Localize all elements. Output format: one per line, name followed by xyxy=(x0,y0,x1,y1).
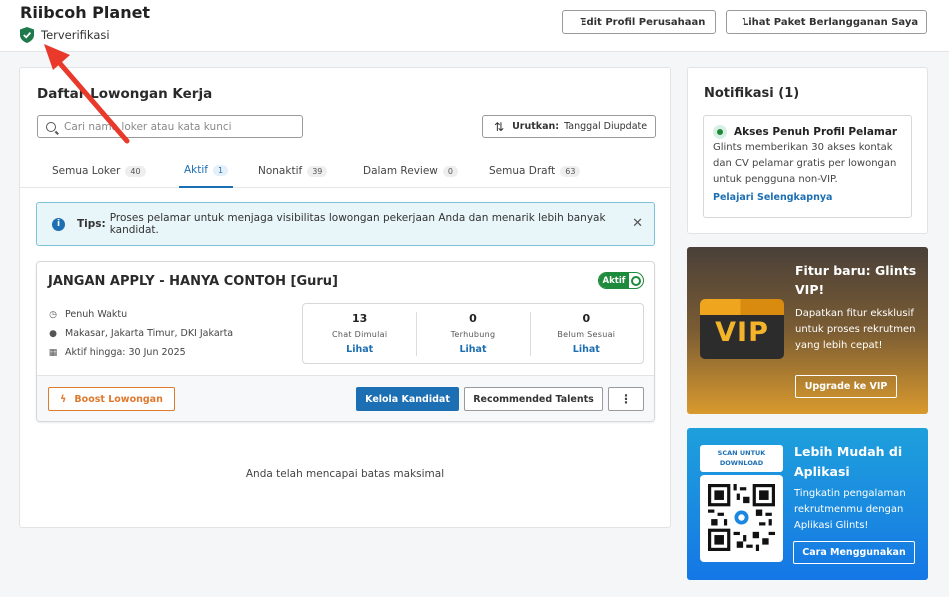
stat-value: 13 xyxy=(352,312,368,325)
job-expiry: Aktif hingga: 30 Jun 2025 xyxy=(65,347,186,358)
status-toggle[interactable]: Aktif xyxy=(598,272,644,289)
search-icon xyxy=(46,121,56,132)
stat-value: 0 xyxy=(582,312,591,325)
learn-more-link[interactable]: Pelajari Selengkapnya xyxy=(713,192,902,203)
job-expiry-row: ▦ Aktif hingga: 30 Jun 2025 xyxy=(48,347,186,358)
tab-label: Nonaktif xyxy=(258,165,303,177)
upgrade-vip-button[interactable]: Upgrade ke VIP xyxy=(795,375,897,398)
tab-drafts[interactable]: Semua Draft 63 xyxy=(489,154,581,188)
tab-label: Semua Loker xyxy=(52,165,121,177)
verified-status: Terverifikasi xyxy=(20,27,110,43)
sort-button[interactable]: ⇅ Urutkan: Tanggal Diupdate xyxy=(482,115,656,138)
limit-reached-text: Anda telah mencapai batas maksimal xyxy=(245,468,445,480)
app-promo-title: Lebih Mudah di Aplikasi xyxy=(794,444,903,479)
vip-badge-icon: VIP xyxy=(700,299,784,359)
stat-label: Belum Sesuai xyxy=(557,330,616,339)
how-to-use-button[interactable]: Cara Menggunakan xyxy=(793,541,915,564)
vip-badge-text: VIP xyxy=(715,317,769,348)
stat-connected: 0 Terhubung Lihat xyxy=(416,304,529,363)
tips-label: Tips: xyxy=(77,218,106,230)
stat-view-link[interactable]: Lihat xyxy=(573,344,600,355)
verified-shield-icon xyxy=(20,27,34,43)
edit-profile-button[interactable]: Edit Profil Perusahaan xyxy=(562,10,716,34)
tab-count: 0 xyxy=(442,165,458,177)
recommended-talents-button[interactable]: Recommended Talents xyxy=(464,387,603,411)
job-list-panel: Daftar Lowongan Kerja ⇅ Urutkan: Tanggal… xyxy=(19,67,671,528)
stat-label: Terhubung xyxy=(450,330,496,339)
view-plan-label: Lihat Paket Berlangganan Saya xyxy=(741,16,919,28)
tab-label: Semua Draft xyxy=(489,165,556,177)
notification-title: Akses Penuh Profil Pelamar xyxy=(734,126,898,138)
job-card-footer: ϟ Boost Lowongan Kelola Kandidat Recomme… xyxy=(37,375,654,421)
lightning-icon: ϟ xyxy=(60,393,67,405)
job-list-title: Daftar Lowongan Kerja xyxy=(37,86,213,102)
stat-view-link[interactable]: Lihat xyxy=(346,344,373,355)
tab-count: 63 xyxy=(560,165,581,177)
boost-job-button[interactable]: ϟ Boost Lowongan xyxy=(48,387,175,411)
tab-active[interactable]: Aktif 1 xyxy=(179,154,233,188)
status-label: Aktif xyxy=(599,273,629,288)
tab-all-jobs[interactable]: Semua Loker 40 xyxy=(52,154,146,188)
more-options-button[interactable]: ⋮ xyxy=(608,387,644,411)
stat-value: 0 xyxy=(469,312,477,325)
job-card: JANGAN APPLY - HANYA CONTOH [Guru] Aktif… xyxy=(36,261,655,422)
top-bar: Riibcoh Planet Terverifikasi Edit Profil… xyxy=(0,0,949,52)
tab-count: 39 xyxy=(307,165,328,177)
location-pin-icon: ● xyxy=(49,328,57,339)
stat-not-suitable: 0 Belum Sesuai Lihat xyxy=(529,304,643,363)
notification-item: Akses Penuh Profil Pelamar Glints member… xyxy=(703,115,912,218)
tab-count: 1 xyxy=(212,164,229,176)
job-title[interactable]: JANGAN APPLY - HANYA CONTOH [Guru] xyxy=(48,274,338,289)
close-icon[interactable]: ✕ xyxy=(632,216,643,231)
sort-icon: ⇅ xyxy=(494,119,505,134)
sort-value: Tanggal Diupdate xyxy=(564,121,648,132)
notifications-title: Notifikasi (1) xyxy=(704,86,800,101)
stat-view-link[interactable]: Lihat xyxy=(459,344,486,355)
toggle-knob xyxy=(631,275,641,286)
tips-banner: i Tips: Proses pelamar untuk menjaga vis… xyxy=(36,202,655,246)
notification-body: Glints memberikan 30 akses kontak dan CV… xyxy=(713,142,897,185)
search-box[interactable] xyxy=(37,115,303,138)
boost-label: Boost Lowongan xyxy=(74,393,163,405)
job-location: Makasar, Jakarta Timur, DKI Jakarta xyxy=(65,328,234,339)
app-promo-card: SCAN UNTUK DOWNLOAD Lebih Mudah di Aplik… xyxy=(687,428,928,580)
edit-profile-label: Edit Profil Perusahaan xyxy=(579,16,706,28)
job-type-row: ◷ Penuh Waktu xyxy=(48,309,127,320)
verified-label: Terverifikasi xyxy=(41,28,110,42)
job-tabs: Semua Loker 40 Aktif 1 Nonaktif 39 Dalam… xyxy=(20,154,670,188)
job-type: Penuh Waktu xyxy=(65,309,128,320)
eye-icon xyxy=(713,125,727,139)
tab-inactive[interactable]: Nonaktif 39 xyxy=(258,154,328,188)
info-icon: i xyxy=(52,217,65,231)
view-plan-button[interactable]: Lihat Paket Berlangganan Saya xyxy=(726,10,927,34)
notifications-panel: Notifikasi (1) Akses Penuh Profil Pelama… xyxy=(687,67,928,234)
manage-candidates-button[interactable]: Kelola Kandidat xyxy=(356,387,459,411)
qr-code-icon xyxy=(700,475,783,562)
search-input[interactable] xyxy=(64,120,284,133)
app-promo-description: Tingkatin pengalaman rekrutmenmu dengan … xyxy=(794,488,906,531)
qr-code-image xyxy=(708,484,775,551)
notification-head: Akses Penuh Profil Pelamar xyxy=(713,125,902,139)
tab-label: Dalam Review xyxy=(363,165,438,177)
company-name: Riibcoh Planet xyxy=(20,3,151,22)
vip-description: Dapatkan fitur eksklusif untuk proses re… xyxy=(795,308,916,351)
job-location-row: ● Makasar, Jakarta Timur, DKI Jakarta xyxy=(48,328,233,339)
candidate-stats: 13 Chat Dimulai Lihat 0 Terhubung Lihat … xyxy=(302,303,644,364)
stat-label: Chat Dimulai xyxy=(331,330,388,339)
sort-label: Urutkan: xyxy=(512,121,560,132)
tips-text: Proses pelamar untuk menjaga visibilitas… xyxy=(109,212,606,236)
vip-title: Fitur baru: Glints VIP! xyxy=(795,263,917,297)
scan-download-label: SCAN UNTUK DOWNLOAD xyxy=(700,445,783,472)
tab-label: Aktif xyxy=(183,164,208,176)
calendar-icon: ▦ xyxy=(48,347,58,358)
clock-icon: ◷ xyxy=(49,309,57,320)
stat-chat-started: 13 Chat Dimulai Lihat xyxy=(303,304,416,363)
tab-in-review[interactable]: Dalam Review 0 xyxy=(363,154,458,188)
vip-promo-card: VIP Fitur baru: Glints VIP! Dapatkan fit… xyxy=(687,247,928,414)
tab-count: 40 xyxy=(125,165,146,177)
